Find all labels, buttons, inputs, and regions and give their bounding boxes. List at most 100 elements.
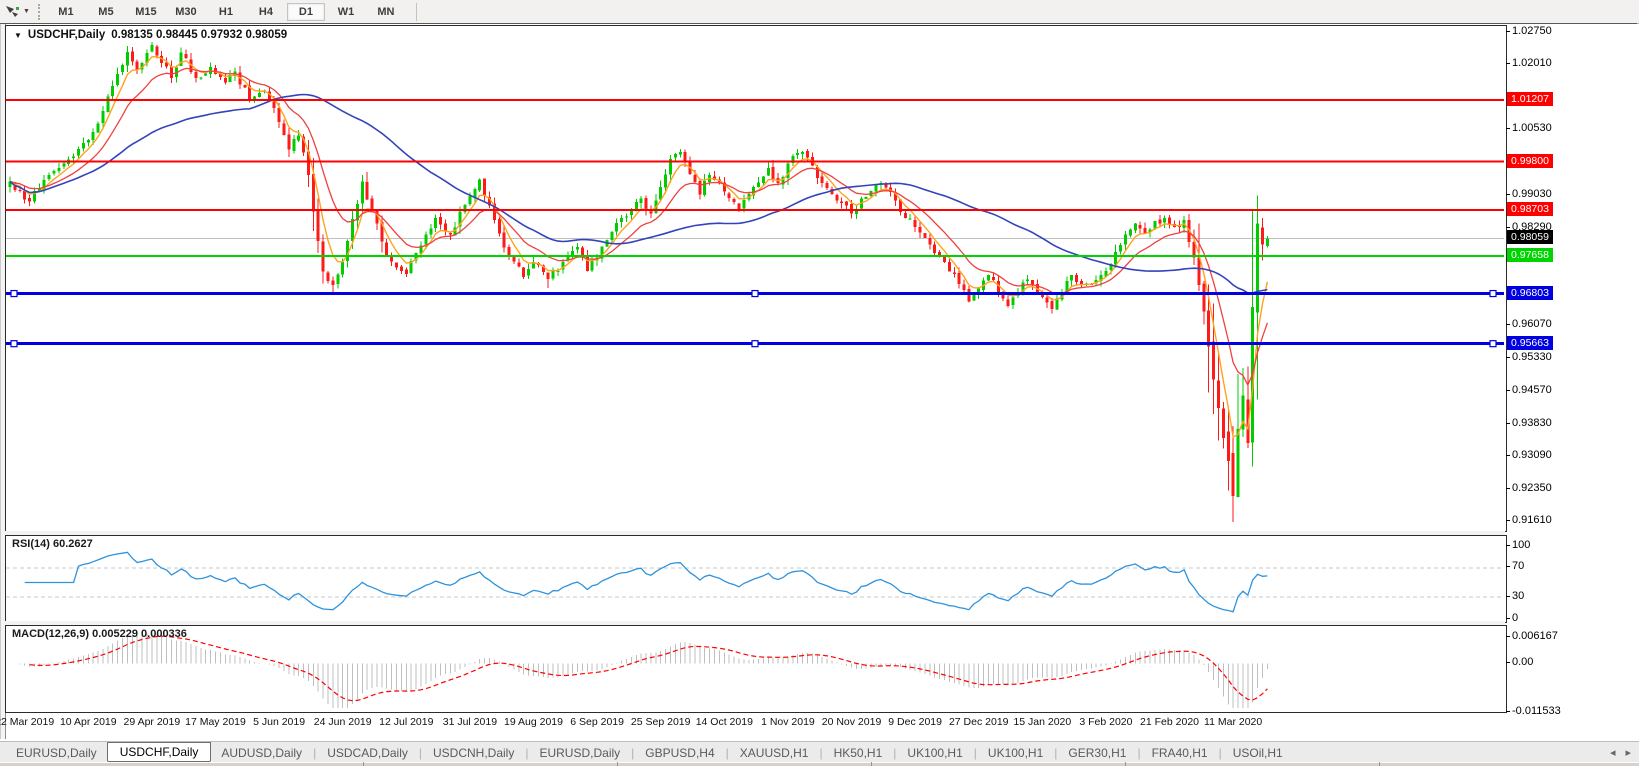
toolbar-grip[interactable]: [38, 4, 40, 20]
hline-price-badge[interactable]: 0.95663: [1507, 336, 1553, 350]
symbol-tab-usdcad-daily[interactable]: USDCAD,Daily: [317, 744, 418, 762]
status-strip-notch: [617, 762, 618, 766]
price-axis-label: 0.95330: [1512, 351, 1552, 363]
symbol-tabs: EURUSD,DailyUSDCHF,DailyAUDUSD,Daily|USD…: [6, 744, 1293, 762]
tab-next-icon[interactable]: ▸: [1625, 746, 1631, 759]
rsi-label: RSI(14): [12, 538, 50, 550]
tab-navigation: ◂ ▸: [1610, 746, 1631, 759]
price-axis-tick: [1506, 390, 1510, 391]
status-strip-notch: [1125, 762, 1126, 766]
symbol-tab-usdchf-daily[interactable]: USDCHF,Daily: [107, 742, 212, 762]
symbol-tab-usoil-h1[interactable]: USOil,H1: [1223, 744, 1293, 762]
hline-price-badge[interactable]: 0.99800: [1507, 154, 1553, 168]
rsi-axis-label: 30: [1512, 590, 1524, 602]
macd-axis-label: 0.00: [1512, 656, 1533, 668]
current-price-badge: 0.98059: [1507, 230, 1553, 244]
symbol-tab-hk50-h1[interactable]: HK50,H1: [824, 744, 893, 762]
status-strip-notch: [871, 762, 872, 766]
hline-price-badge[interactable]: 0.96803: [1507, 286, 1553, 300]
rsi-axis-tick: [1506, 566, 1510, 567]
rsi-axis-tick: [1506, 618, 1510, 619]
chart-symbol-label: USDCHF,Daily: [28, 29, 105, 41]
timeframe-button-D1[interactable]: D1: [287, 3, 325, 21]
price-axis-label: 0.91610: [1512, 514, 1552, 526]
timeframe-button-H1[interactable]: H1: [207, 3, 245, 21]
price-axis-label: 0.93830: [1512, 417, 1552, 429]
hline-price-badge[interactable]: 0.98703: [1507, 202, 1553, 216]
price-axis-tick: [1506, 488, 1510, 489]
rsi-axis-tick: [1506, 545, 1510, 546]
price-axis-label: 1.02750: [1512, 25, 1552, 37]
symbol-tabbar: EURUSD,DailyUSDCHF,DailyAUDUSD,Daily|USD…: [0, 741, 1639, 763]
price-axis-tick: [1506, 357, 1510, 358]
timeframe-button-W1[interactable]: W1: [327, 3, 365, 21]
symbol-tab-usdcnh-daily[interactable]: USDCNH,Daily: [423, 744, 524, 762]
timeframe-buttons: M1M5M15M30H1H4D1W1MN: [46, 3, 406, 21]
symbol-tab-uk100-h1[interactable]: UK100,H1: [978, 744, 1053, 762]
timeframe-button-M30[interactable]: M30: [167, 3, 205, 21]
macd-axis-tick: [1506, 711, 1510, 712]
rsi-axis-label: 0: [1512, 612, 1518, 624]
candlestick-chart[interactable]: [6, 26, 1504, 529]
price-axis-label: 0.94570: [1512, 384, 1552, 396]
macd-values: 0.005229 0.000336: [92, 628, 187, 640]
price-axis-label: 0.93090: [1512, 449, 1552, 461]
price-axis-label: 1.02010: [1512, 57, 1552, 69]
collapse-triangle-icon[interactable]: ▼: [14, 31, 22, 40]
chart-ohlc-values: 0.98135 0.98445 0.97932 0.98059: [111, 29, 287, 41]
rsi-value: 60.2627: [53, 538, 93, 550]
tab-divider: |: [819, 746, 822, 760]
symbol-tab-gbpusd-h4[interactable]: GBPUSD,H4: [635, 744, 724, 762]
price-axis-label: 0.92350: [1512, 482, 1552, 494]
price-axis-tick: [1506, 128, 1510, 129]
macd-chart: [6, 626, 1504, 710]
macd-label: MACD(12,26,9): [12, 628, 89, 640]
tab-divider: |: [1219, 746, 1222, 760]
timeframe-button-M1[interactable]: M1: [47, 3, 85, 21]
macd-axis-label: 0.006167: [1512, 630, 1558, 642]
price-axis-tick: [1506, 324, 1510, 325]
macd-pane[interactable]: [5, 625, 1507, 713]
price-axis-tick: [1506, 194, 1510, 195]
top-toolbar: ▼ M1M5M15M30H1H4D1W1MN: [0, 0, 1639, 24]
tab-divider: |: [419, 746, 422, 760]
symbol-tab-audusd-daily[interactable]: AUDUSD,Daily: [211, 744, 312, 762]
price-axis-tick: [1506, 63, 1510, 64]
price-axis-tick: [1506, 31, 1510, 32]
time-axis-label: 11 Mar 2020: [1190, 716, 1276, 728]
status-strip: [0, 762, 1639, 766]
tab-divider: |: [893, 746, 896, 760]
price-axis-tick: [1506, 455, 1510, 456]
symbol-tab-uk100-h1[interactable]: UK100,H1: [897, 744, 972, 762]
timeframe-button-M15[interactable]: M15: [127, 3, 165, 21]
macd-axis-label: -0.011533: [1512, 705, 1561, 717]
rsi-axis-label: 70: [1512, 560, 1524, 572]
tab-divider: |: [1137, 746, 1140, 760]
hline-price-badge[interactable]: 1.01207: [1507, 92, 1553, 106]
chart-cursor-dropdown-icon[interactable]: ▼: [23, 8, 30, 15]
symbol-tab-eurusd-daily[interactable]: EURUSD,Daily: [6, 744, 107, 762]
timeframe-button-MN[interactable]: MN: [367, 3, 405, 21]
chart-title[interactable]: ▼ USDCHF,Daily 0.98135 0.98445 0.97932 0…: [14, 29, 287, 41]
price-axis-tick: [1506, 520, 1510, 521]
tab-divider: |: [525, 746, 528, 760]
status-strip-notch: [1379, 762, 1380, 766]
timeframe-button-M5[interactable]: M5: [87, 3, 125, 21]
chart-cursor-icon[interactable]: [4, 3, 22, 21]
symbol-tab-fra40-h1[interactable]: FRA40,H1: [1142, 744, 1218, 762]
main-price-pane[interactable]: [5, 25, 1507, 532]
tab-prev-icon[interactable]: ◂: [1610, 746, 1616, 759]
price-axis-label: 0.99030: [1512, 188, 1552, 200]
rsi-chart: [6, 536, 1504, 620]
rsi-axis-tick: [1506, 596, 1510, 597]
timeframe-button-H4[interactable]: H4: [247, 3, 285, 21]
symbol-tab-xauusd-h1[interactable]: XAUUSD,H1: [730, 744, 819, 762]
rsi-pane[interactable]: [5, 535, 1507, 623]
symbol-tab-ger30-h1[interactable]: GER30,H1: [1058, 744, 1136, 762]
symbol-tab-eurusd-daily[interactable]: EURUSD,Daily: [529, 744, 630, 762]
price-axis-label: 0.96070: [1512, 318, 1552, 330]
chart-cursor-icon-glyph: [5, 4, 21, 20]
price-axis-label: 1.00530: [1512, 122, 1552, 134]
hline-price-badge[interactable]: 0.97658: [1507, 248, 1553, 262]
macd-axis-tick: [1506, 662, 1510, 663]
